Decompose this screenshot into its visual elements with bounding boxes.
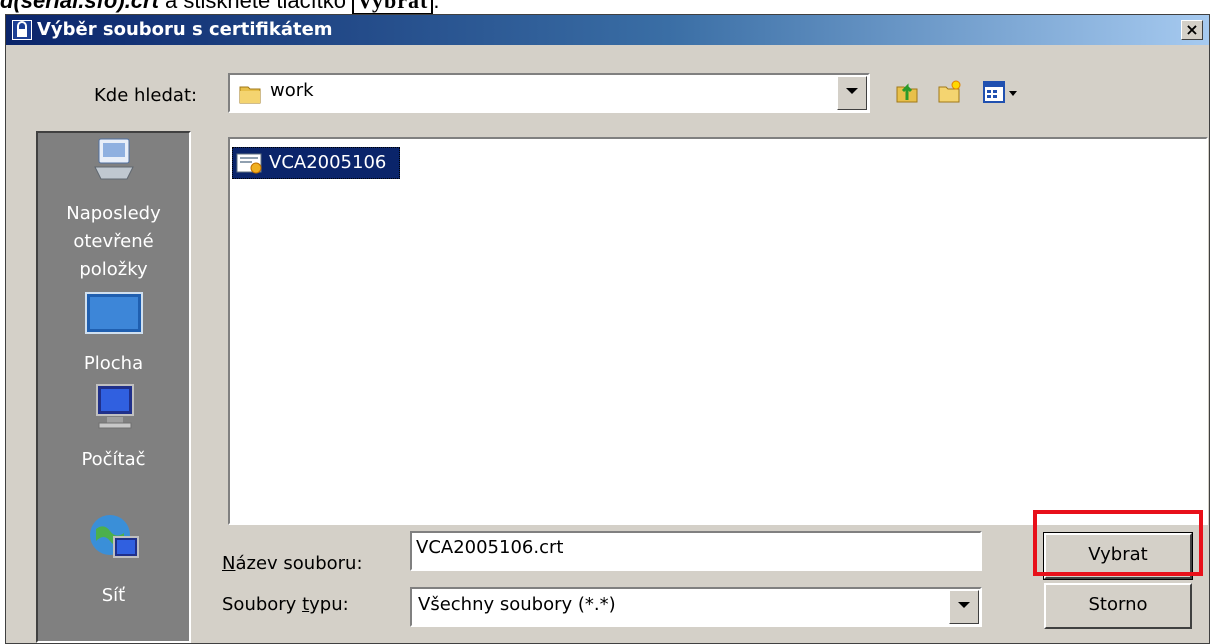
filetype-value: Všechny soubory (*.*) [418,594,616,615]
chevron-down-icon[interactable] [837,76,867,110]
place-label-computer: Počítač [81,449,146,470]
filename-label-text: ázev souboru: [235,553,363,574]
storno-button[interactable]: Storno [1044,583,1192,629]
network-icon [38,511,189,576]
places-bar: Naposledy otevřené položky Plocha Počíta… [36,131,191,643]
computer-icon [38,381,189,440]
file-list[interactable]: VCA2005106 [228,137,1208,525]
filename-label: Název souboru: [222,553,363,574]
doc-instruction-text: a stiskněte tlačítko [158,0,353,13]
up-folder-icon[interactable] [894,79,920,109]
file-item-selected[interactable]: VCA2005106 [232,147,400,179]
place-label-desktop: Plocha [83,353,144,374]
filetype-label-tail: ypu: [309,594,349,615]
dialog-titlebar[interactable]: Výběr souboru s certifikátem × [6,15,1209,45]
place-label-recent: Naposledy otevřené položky [66,203,161,280]
folder-icon [238,82,262,111]
filename-input[interactable]: VCA2005106.crt [410,531,982,571]
recent-items-icon [38,135,189,194]
place-recent-items[interactable]: Naposledy otevřené položky [38,133,189,284]
new-folder-icon[interactable] [936,79,962,109]
view-menu-icon[interactable] [982,79,1022,109]
red-highlight-box [1033,510,1203,576]
filetype-label-text: Soubory [222,594,303,615]
look-in-value: work [270,80,314,101]
filename-value: VCA2005106.crt [416,537,564,558]
filetype-combobox[interactable]: Všechny soubory (*.*) [410,587,982,627]
chevron-down-icon[interactable] [949,590,979,624]
place-label-network: Síť [101,585,126,606]
lock-icon [11,19,33,41]
document-text-strip: d(serial.sfo).crt a stiskněte tlačítko V… [0,0,1210,15]
place-desktop[interactable]: Plocha [38,291,189,378]
file-name: VCA2005106 [269,152,387,173]
look-in-combobox[interactable]: work [228,73,870,113]
dialog-title: Výběr souboru s certifikátem [37,19,333,40]
certificate-icon [236,153,264,180]
doc-filename-fragment: d(serial.sfo).crt [0,0,159,13]
look-in-label: Kde hledat: [94,85,198,106]
place-computer[interactable]: Počítač [38,381,189,474]
filename-label-accesskey: N [222,553,236,574]
desktop-icon [38,291,189,344]
close-button[interactable]: × [1181,20,1203,40]
doc-text-end: . [433,0,440,13]
doc-button-reference: Vybrat [352,0,434,15]
certificate-file-dialog: Výběr souboru s certifikátem × Kde hleda… [5,14,1210,644]
place-network[interactable]: Síť [38,511,189,610]
filetype-label: Soubory typu: [222,594,349,615]
